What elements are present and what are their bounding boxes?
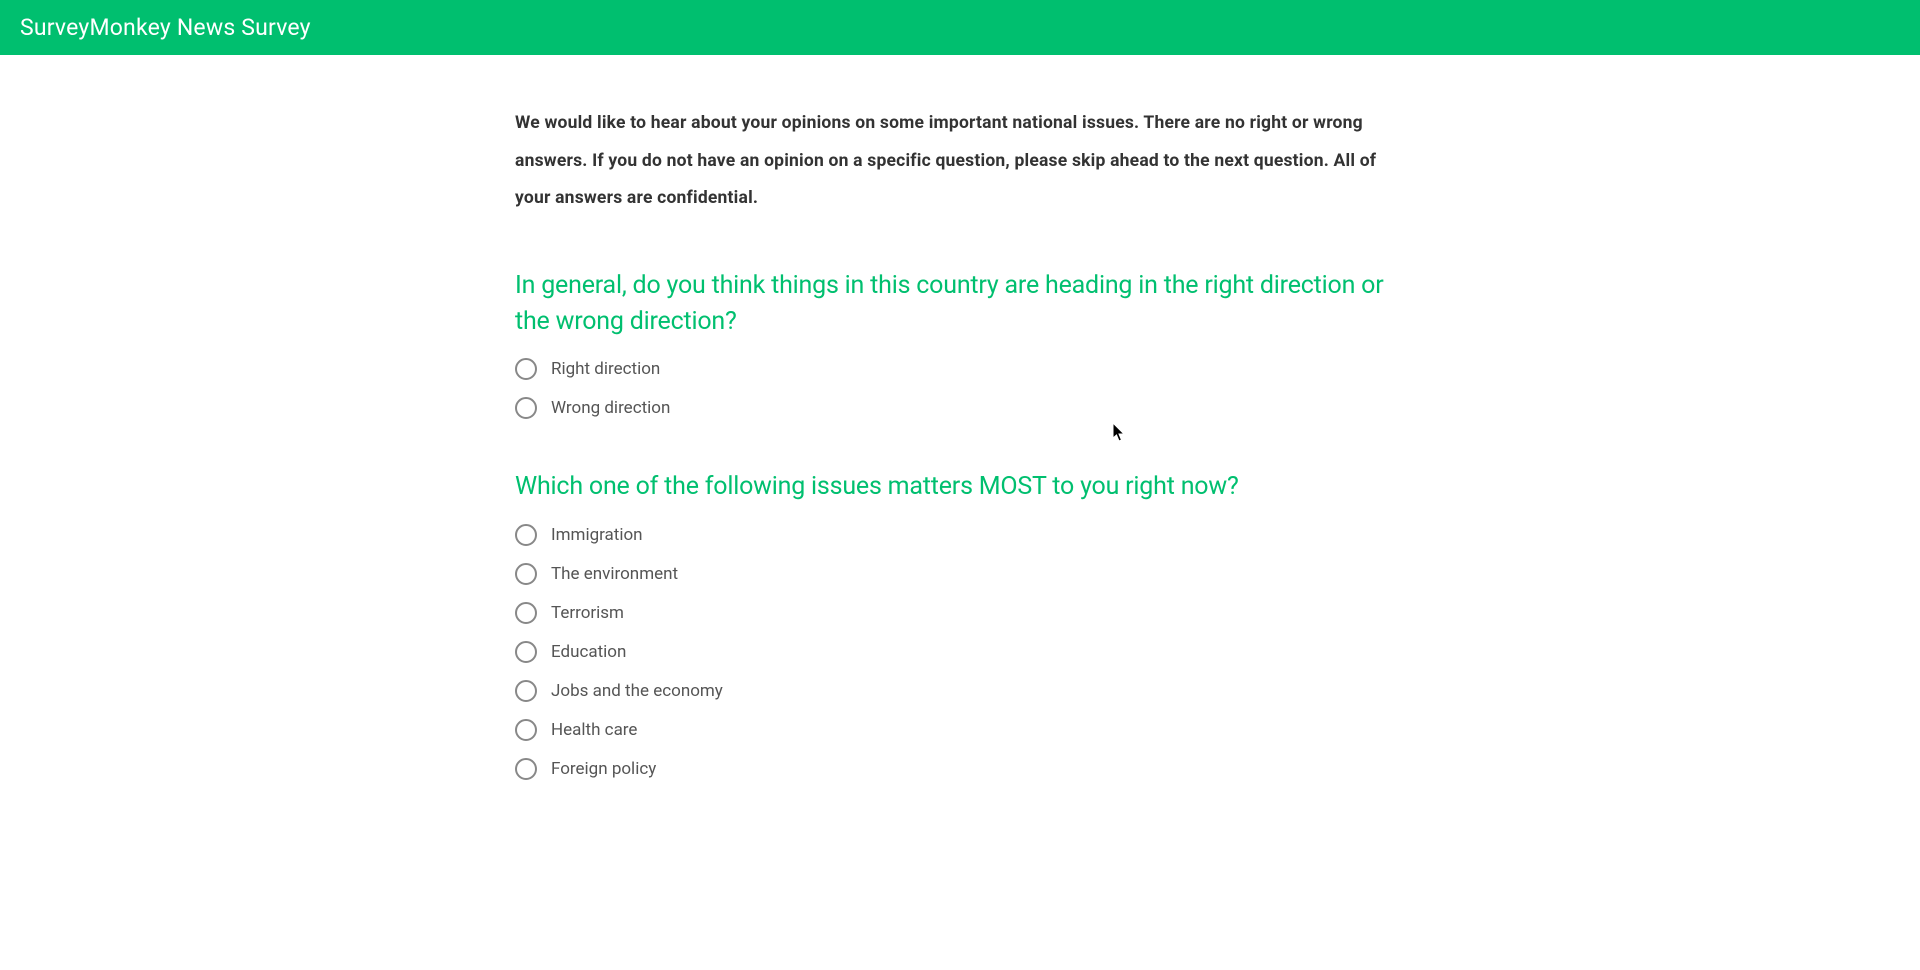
option-label: Immigration: [551, 525, 643, 545]
radio-icon: [515, 680, 537, 702]
radio-icon: [515, 719, 537, 741]
question-1: In general, do you think things in this …: [515, 268, 1405, 420]
option-label: Education: [551, 642, 626, 662]
q2-option-foreign-policy[interactable]: Foreign policy: [515, 758, 1405, 780]
q2-option-jobs-economy[interactable]: Jobs and the economy: [515, 680, 1405, 702]
radio-icon: [515, 358, 537, 380]
q2-option-environment[interactable]: The environment: [515, 563, 1405, 585]
question-2: Which one of the following issues matter…: [515, 469, 1405, 779]
intro-text: We would like to hear about your opinion…: [515, 105, 1405, 218]
survey-content: We would like to hear about your opinion…: [495, 55, 1425, 870]
option-label: Foreign policy: [551, 759, 656, 779]
radio-icon: [515, 563, 537, 585]
option-label: Health care: [551, 720, 637, 740]
q2-option-education[interactable]: Education: [515, 641, 1405, 663]
option-label: Wrong direction: [551, 398, 670, 418]
survey-header: SurveyMonkey News Survey: [0, 0, 1920, 55]
radio-icon: [515, 397, 537, 419]
q1-option-wrong-direction[interactable]: Wrong direction: [515, 397, 1405, 419]
question-2-title: Which one of the following issues matter…: [515, 469, 1405, 505]
option-label: The environment: [551, 564, 678, 584]
radio-icon: [515, 602, 537, 624]
q1-option-right-direction[interactable]: Right direction: [515, 358, 1405, 380]
q2-option-immigration[interactable]: Immigration: [515, 524, 1405, 546]
question-1-title: In general, do you think things in this …: [515, 268, 1405, 341]
survey-title: SurveyMonkey News Survey: [20, 14, 1900, 41]
q2-option-health-care[interactable]: Health care: [515, 719, 1405, 741]
radio-icon: [515, 758, 537, 780]
radio-icon: [515, 524, 537, 546]
option-label: Right direction: [551, 359, 660, 379]
q2-option-terrorism[interactable]: Terrorism: [515, 602, 1405, 624]
radio-icon: [515, 641, 537, 663]
option-label: Jobs and the economy: [551, 681, 723, 701]
option-label: Terrorism: [551, 603, 624, 623]
